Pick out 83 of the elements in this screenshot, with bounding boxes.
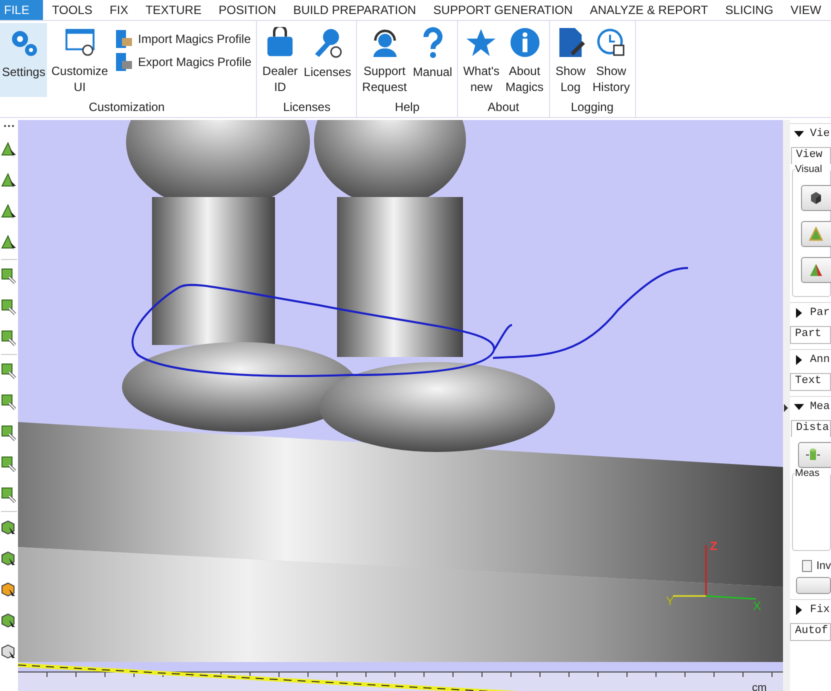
cube-cursor-icon[interactable]	[1, 612, 17, 630]
menu-tab[interactable]: SUPPORT GENERATION	[424, 0, 582, 20]
cube-cursor-icon[interactable]	[1, 581, 17, 599]
3d-viewport[interactable]: Z Y X cm	[18, 120, 783, 691]
panel-tab[interactable]: Dista	[791, 420, 831, 437]
axis-label: Y	[666, 594, 674, 608]
menu-tab[interactable]: TEXTURE	[136, 0, 210, 20]
section-title: Ann	[810, 354, 830, 366]
group-title: About	[486, 99, 520, 116]
cube-icon	[808, 190, 824, 206]
menu-tab[interactable]: FIX	[101, 0, 137, 20]
cube-cursor-icon[interactable]	[1, 550, 17, 568]
shape-pencil-icon[interactable]	[1, 393, 17, 411]
panel-field[interactable]: Text	[790, 373, 831, 391]
info-icon	[508, 27, 541, 58]
ribbon-button[interactable]: Settings	[0, 23, 48, 97]
cube-cursor-icon[interactable]	[1, 519, 17, 537]
menu-tab[interactable]: SLICING	[716, 0, 782, 20]
checkbox[interactable]	[802, 560, 812, 572]
ribbon-button[interactable]: Licenses	[302, 23, 354, 97]
shape-pencil-icon[interactable]	[1, 267, 17, 285]
shape-cursor-icon[interactable]	[1, 172, 17, 190]
triangle-icon	[808, 262, 824, 278]
star-icon	[465, 27, 498, 58]
shape-pencil-icon[interactable]	[1, 486, 17, 504]
menu-tab[interactable]: FILE	[0, 0, 44, 20]
panel-field[interactable]: Autof	[790, 623, 831, 641]
view-button[interactable]	[801, 185, 831, 211]
ribbon-button[interactable]: Show Log	[552, 23, 589, 97]
ribbon-button[interactable]: About Magics	[504, 23, 546, 97]
shape-pencil-icon[interactable]	[1, 298, 17, 316]
section-title: Fix	[810, 604, 830, 616]
ribbon-button[interactable]: Manual	[410, 23, 454, 97]
ribbon-button[interactable]: Export Magics Profile	[112, 52, 254, 72]
shape-cursor-icon[interactable]	[1, 234, 17, 252]
group-title: Logging	[570, 99, 615, 116]
section-header[interactable]: Mea	[790, 399, 831, 415]
expand-arrow-icon[interactable]	[794, 308, 804, 318]
menu-tab[interactable]: POSITION	[210, 0, 285, 20]
panel-field[interactable]: Part	[790, 326, 831, 344]
group-title: Licenses	[282, 99, 332, 116]
group-label: Meas	[795, 468, 830, 479]
checkbox-label[interactable]: Inv	[790, 560, 831, 572]
triangle-icon	[808, 226, 824, 242]
menu-tab[interactable]: VIEW	[782, 0, 830, 20]
shape-cursor-icon[interactable]	[1, 203, 17, 221]
profile-import-icon	[114, 29, 134, 49]
shape-pencil-icon[interactable]	[1, 455, 17, 473]
expand-arrow-icon[interactable]	[794, 355, 804, 365]
clock-cube-icon	[595, 27, 628, 58]
measure-button[interactable]	[798, 442, 831, 468]
ribbon-button[interactable]: Import Magics Profile	[112, 29, 254, 49]
group-title: Customization	[88, 99, 166, 116]
shape-cursor-icon[interactable]	[1, 141, 17, 159]
ribbon-button[interactable]: Dealer ID	[260, 23, 300, 97]
menu-tab[interactable]: ANALYZE & REPORT	[581, 0, 717, 20]
cube-cursor-icon[interactable]	[1, 643, 17, 661]
ribbon-button[interactable]: Support Request	[360, 23, 409, 97]
ruler-unit: cm	[752, 682, 767, 691]
section-title: Par	[810, 307, 830, 319]
ribbon-button[interactable]: Customize UI	[49, 23, 110, 97]
section-header[interactable]: Fix	[790, 602, 831, 618]
section-header[interactable]: Vie	[790, 126, 831, 142]
panel-button[interactable]	[796, 577, 831, 594]
axis-label: Z	[710, 539, 718, 553]
menu-tab[interactable]: BUILD PREPARATION	[284, 0, 425, 20]
grip-icon	[3, 124, 15, 128]
expand-arrow-icon[interactable]	[794, 605, 804, 615]
section-header[interactable]: Ann	[790, 352, 831, 368]
menu-tab[interactable]: TOOLS	[43, 0, 101, 20]
group-title: Help	[394, 99, 421, 116]
shape-pencil-icon[interactable]	[1, 424, 17, 442]
ribbon-button[interactable]: What's new	[461, 23, 502, 97]
profile-export-icon	[114, 52, 134, 72]
ribbon-button[interactable]: Show History	[590, 23, 632, 97]
group-label: Visual	[795, 164, 830, 175]
axis-label: X	[753, 599, 762, 613]
section-header[interactable]: Par	[790, 305, 831, 321]
cylinder-icon	[805, 447, 821, 463]
section-title: Mea	[810, 401, 830, 413]
shape-pencil-icon[interactable]	[1, 329, 17, 347]
shape-pencil-icon[interactable]	[1, 362, 17, 380]
section-title: Vie	[810, 128, 830, 140]
